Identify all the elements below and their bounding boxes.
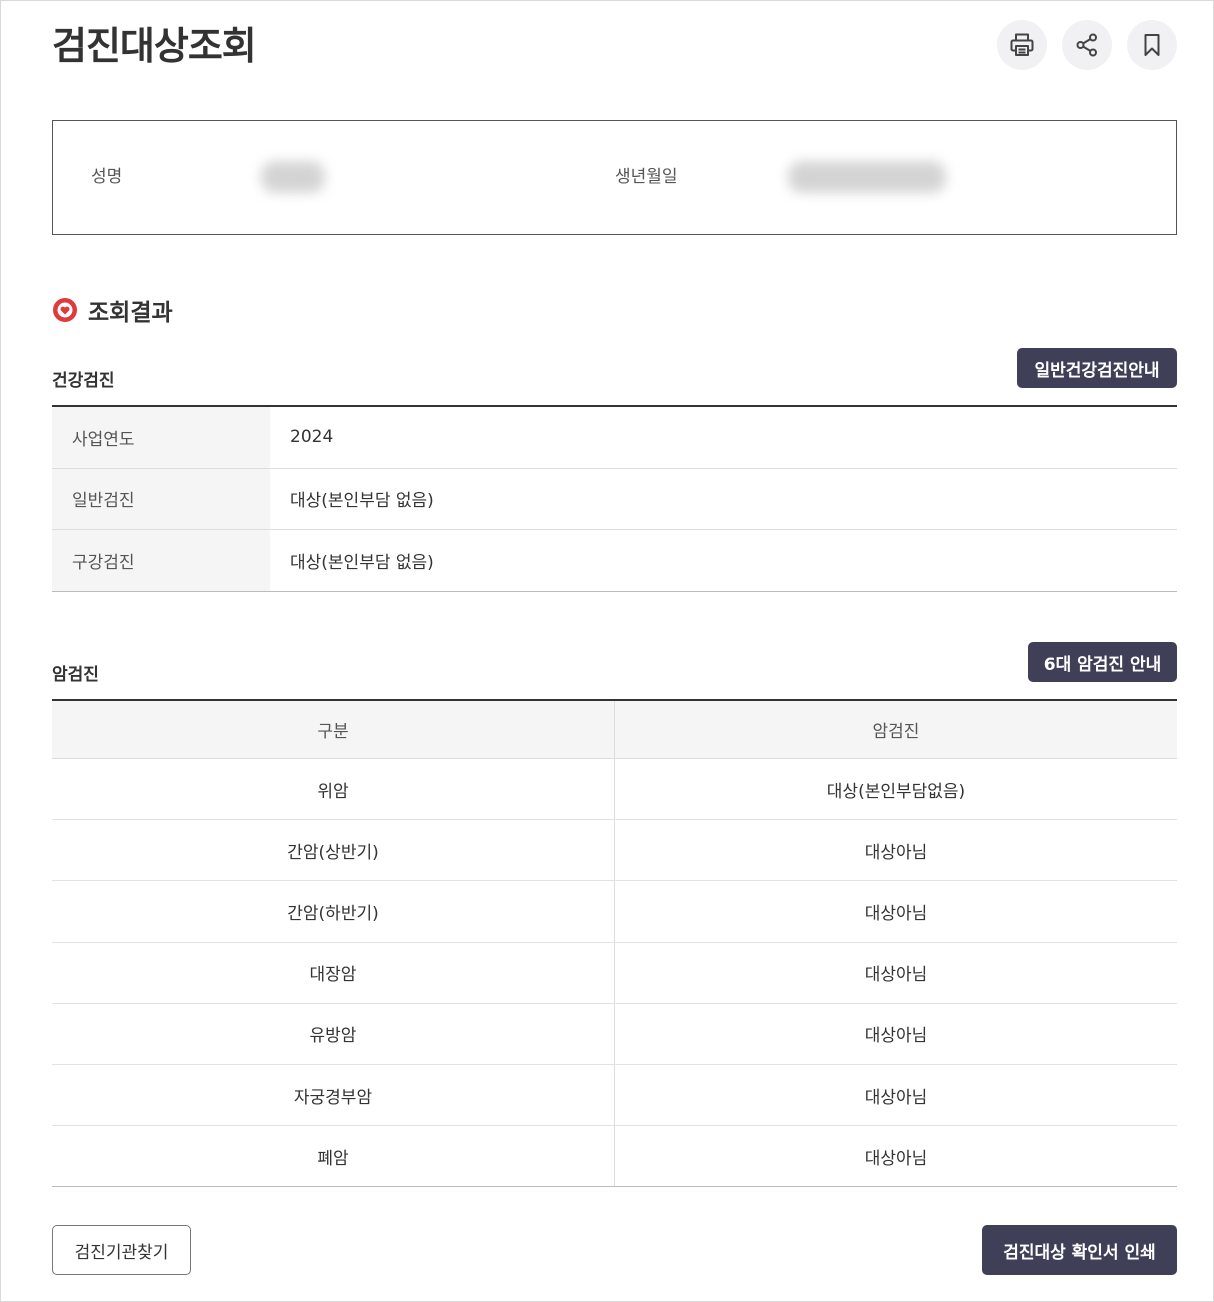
cancer-type-cell: 자궁경부암: [52, 1064, 615, 1126]
print-certificate-button[interactable]: 검진대상 확인서 인쇄: [982, 1225, 1177, 1275]
find-institution-button[interactable]: 검진기관찾기: [52, 1225, 191, 1275]
general-checkup-guide-button[interactable]: 일반건강검진안내: [1017, 348, 1177, 388]
name-label: 성명: [91, 167, 123, 187]
result-title: 조회결과: [88, 300, 173, 326]
row-label: 일반검진: [52, 468, 270, 529]
table-row: 유방암 대상아님: [52, 1003, 1177, 1065]
row-label: 사업연도: [52, 407, 270, 468]
share-icon: [1076, 33, 1097, 57]
health-checkup-table: 사업연도 2024 일반검진 대상(본인부담 없음) 구강검진 대상(본인부담 …: [52, 405, 1177, 592]
cancer-checkup-heading: 암검진: [52, 665, 99, 685]
table-row: 일반검진 대상(본인부담 없음): [52, 468, 1177, 530]
print-button[interactable]: [997, 20, 1047, 70]
heart-icon: [53, 298, 77, 322]
row-label: 구강검진: [52, 530, 270, 591]
name-value-blurred: [261, 161, 325, 193]
health-checkup-heading: 건강검진: [52, 371, 115, 391]
cancer-type-cell: 간암(하반기): [52, 881, 615, 942]
row-value: 대상(본인부담 없음): [290, 552, 434, 573]
bookmark-icon: [1144, 34, 1160, 56]
eligibility-cell: 대상아님: [864, 842, 928, 863]
cancer-type-cell: 유방암: [52, 1003, 615, 1064]
table-row: 구강검진 대상(본인부담 없음): [52, 530, 1177, 592]
table-row: 사업연도 2024: [52, 407, 1177, 469]
eligibility-cell: 대상아님: [864, 965, 928, 986]
profile-box: 성명 생년월일: [52, 120, 1177, 235]
share-button[interactable]: [1062, 20, 1112, 70]
print-icon: [1010, 33, 1034, 56]
birth-value-blurred: [788, 161, 946, 193]
eligibility-cell: 대상(본인부담없음): [826, 781, 966, 802]
eligibility-cell: 대상아님: [864, 1087, 928, 1108]
cancer-type-cell: 간암(상반기): [52, 820, 615, 881]
table-row: 위암 대상(본인부담없음): [52, 759, 1177, 821]
result-section-title: 조회결과: [52, 292, 173, 328]
page-title: 검진대상조회: [52, 24, 257, 68]
bookmark-button[interactable]: [1127, 20, 1177, 70]
table-row: 대장암 대상아님: [52, 942, 1177, 1004]
table-row: 간암(하반기) 대상아님: [52, 881, 1177, 943]
column-header: 암검진: [872, 722, 920, 742]
column-header: 구분: [52, 701, 615, 758]
cancer-type-cell: 위암: [52, 759, 615, 820]
row-value: 2024: [290, 427, 334, 448]
birth-label: 생년월일: [615, 167, 678, 187]
eligibility-cell: 대상아님: [864, 1148, 928, 1169]
table-row: 폐암 대상아님: [52, 1126, 1177, 1188]
eligibility-cell: 대상아님: [864, 903, 928, 924]
eligibility-cell: 대상아님: [864, 1026, 928, 1047]
table-row: 자궁경부암 대상아님: [52, 1064, 1177, 1127]
table-row: 간암(상반기) 대상아님: [52, 820, 1177, 882]
cancer-type-cell: 폐암: [52, 1126, 615, 1187]
cancer-type-cell: 대장암: [52, 942, 615, 1003]
row-value: 대상(본인부담 없음): [290, 491, 434, 512]
cancer-checkup-table: 구분 암검진 위암 대상(본인부담없음) 간암(상반기) 대상아님 간암(하반기…: [52, 699, 1177, 1188]
cancer-checkup-guide-button[interactable]: 6대 암검진 안내: [1028, 642, 1177, 682]
table-header-row: 구분 암검진: [52, 701, 1177, 759]
